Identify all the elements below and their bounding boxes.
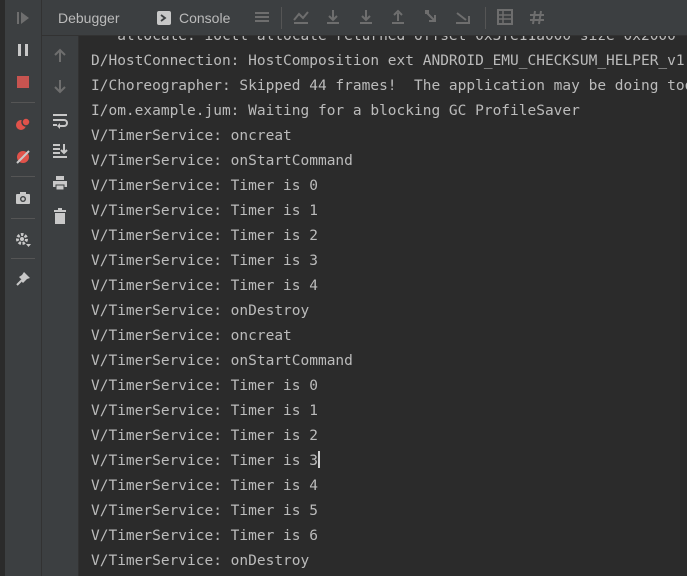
console-line: V/TimerService: Timer is 3 xyxy=(91,451,320,469)
settings-icon xyxy=(16,233,31,247)
stop-icon xyxy=(17,76,29,88)
step-over-icon xyxy=(327,10,339,24)
trace-icon xyxy=(530,10,544,25)
mute-breakpoints-button[interactable] xyxy=(5,143,41,171)
console-line: allocate: ioctl allocate returned offset… xyxy=(91,36,676,44)
console-line: V/TimerService: Timer is 2 xyxy=(91,228,318,244)
trace-button[interactable] xyxy=(528,8,546,26)
view-breakpoints-button[interactable] xyxy=(5,110,41,138)
up-button[interactable] xyxy=(42,42,78,68)
evaluate-expression-button[interactable] xyxy=(496,8,514,26)
console-line: V/TimerService: Timer is 4 xyxy=(91,478,318,494)
force-step-icon xyxy=(425,10,436,22)
scroll-to-end-button[interactable] xyxy=(42,138,78,164)
get-thread-dump-button[interactable] xyxy=(5,184,41,212)
down-icon xyxy=(54,80,66,94)
console-line: V/TimerService: oncreat xyxy=(91,128,292,144)
separator xyxy=(281,7,282,29)
pause-icon xyxy=(18,44,28,56)
show-execution-point-icon xyxy=(293,11,309,24)
step-out-icon xyxy=(392,9,404,24)
tab-debugger[interactable]: Debugger xyxy=(58,0,120,35)
down-button[interactable] xyxy=(42,74,78,100)
run-to-cursor-button[interactable] xyxy=(454,8,472,26)
console-output[interactable]: allocate: ioctl allocate returned offset… xyxy=(79,36,687,576)
up-icon xyxy=(54,48,66,62)
text-caret xyxy=(317,451,320,468)
console-line: V/TimerService: onDestroy xyxy=(91,553,310,569)
console-line: V/TimerService: onStartCommand xyxy=(91,153,353,169)
console-line: V/TimerService: Timer is 0 xyxy=(91,378,318,394)
settings-button[interactable] xyxy=(5,226,41,254)
separator xyxy=(11,218,35,219)
console-line: V/TimerService: Timer is 0 xyxy=(91,178,318,194)
console-line: V/TimerService: Timer is 1 xyxy=(91,403,318,419)
run-to-cursor-icon xyxy=(456,12,470,24)
console-toolbar xyxy=(42,36,79,576)
pin-icon xyxy=(16,272,30,286)
step-into-icon xyxy=(360,10,372,24)
resume-icon xyxy=(17,12,29,24)
print-button[interactable] xyxy=(42,170,78,196)
debug-toolbar xyxy=(5,0,42,576)
console-line: V/TimerService: onStartCommand xyxy=(91,353,353,369)
separator xyxy=(11,176,35,177)
camera-icon xyxy=(16,192,30,204)
console-line: V/TimerService: Timer is 2 xyxy=(91,428,318,444)
console-line: I/om.example.jum: Waiting for a blocking… xyxy=(91,103,580,119)
console-line: V/TimerService: Timer is 4 xyxy=(91,278,318,294)
tab-debugger-label: Debugger xyxy=(58,9,120,26)
tab-console[interactable]: Console xyxy=(157,0,230,35)
mute-breakpoints-icon xyxy=(16,150,30,164)
console-line: V/TimerService: Timer is 1 xyxy=(91,203,318,219)
console-line: V/TimerService: Timer is 3 xyxy=(91,253,318,269)
clear-all-button[interactable] xyxy=(42,203,78,229)
tab-console-label: Console xyxy=(179,9,231,26)
soft-wrap-button[interactable] xyxy=(42,107,78,133)
step-into-button[interactable] xyxy=(357,8,375,26)
console-line: D/HostConnection: HostComposition ext AN… xyxy=(91,53,685,69)
view-breakpoints-icon xyxy=(16,117,31,130)
pin-tab-button[interactable] xyxy=(5,265,41,293)
soft-wrap-icon xyxy=(53,114,68,129)
force-step-button[interactable] xyxy=(422,8,440,26)
console-line: I/Choreographer: Skipped 44 frames! The … xyxy=(91,78,687,94)
console-line: V/TimerService: Timer is 5 xyxy=(91,503,318,519)
separator xyxy=(485,7,486,29)
clear-all-icon xyxy=(54,208,66,224)
step-out-button[interactable] xyxy=(389,8,407,26)
menu-icon xyxy=(255,12,269,22)
print-icon xyxy=(53,176,67,191)
console-line: V/TimerService: oncreat xyxy=(91,328,292,344)
pause-button[interactable] xyxy=(5,36,41,64)
console-line: V/TimerService: onDestroy xyxy=(91,303,310,319)
step-over-button[interactable] xyxy=(324,8,342,26)
separator xyxy=(11,258,35,259)
show-execution-point-button[interactable] xyxy=(292,8,310,26)
scroll-to-end-icon xyxy=(53,144,68,158)
menu-button[interactable] xyxy=(253,8,271,26)
evaluate-icon xyxy=(497,9,513,25)
resume-button[interactable] xyxy=(5,4,41,32)
console-icon xyxy=(157,10,171,25)
separator xyxy=(11,102,35,103)
stop-button[interactable] xyxy=(5,68,41,96)
console-line: V/TimerService: Timer is 6 xyxy=(91,528,318,544)
debug-tab-bar: Debugger Console xyxy=(42,0,687,36)
